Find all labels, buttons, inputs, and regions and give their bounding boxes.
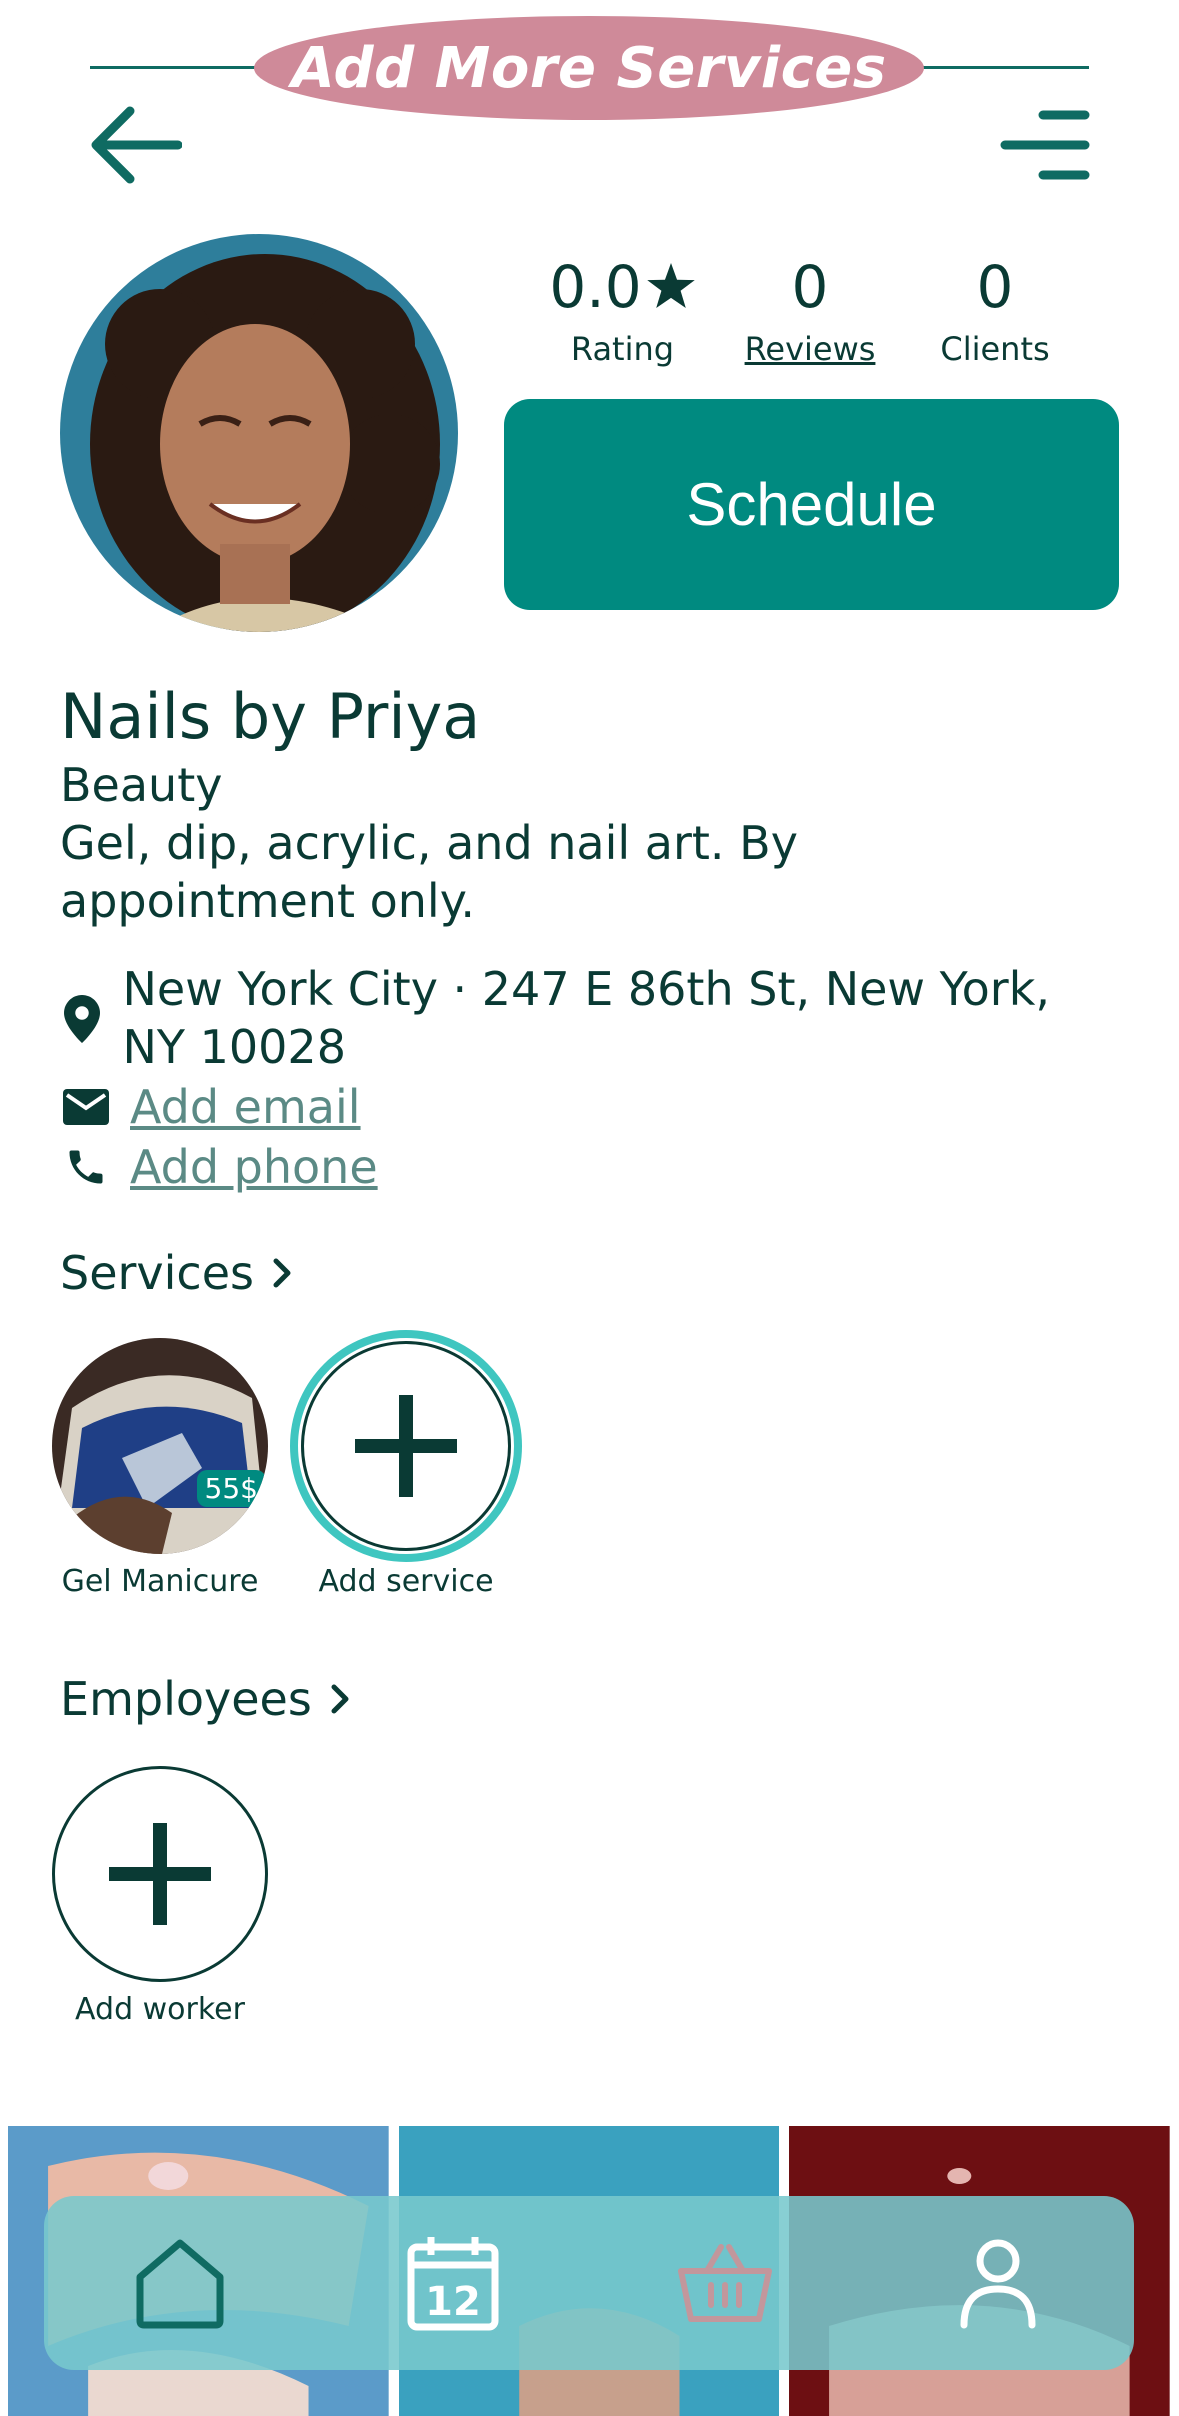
menu-icon xyxy=(1000,110,1090,180)
service-price-badge: 55$ xyxy=(196,1470,266,1507)
schedule-button[interactable]: Schedule xyxy=(504,399,1119,610)
address-text: New York City · 247 E 86th St, New York,… xyxy=(122,962,1050,1074)
plus-icon xyxy=(109,1823,211,1925)
chevron-right-icon xyxy=(273,1258,291,1288)
rating-label: Rating xyxy=(570,330,675,368)
business-name: Nails by Priya xyxy=(60,680,481,753)
service-item-gel-manicure[interactable]: 55$ Gel Manicure xyxy=(52,1338,268,1599)
nav-basket[interactable] xyxy=(655,2213,795,2353)
home-icon xyxy=(136,2239,224,2329)
email-row[interactable]: Add email xyxy=(60,1078,361,1136)
clients-value: 0 xyxy=(976,253,1014,321)
phone-icon xyxy=(60,1138,112,1196)
add-service-button[interactable]: Add service xyxy=(290,1330,522,1599)
service-image: 55$ xyxy=(52,1338,268,1554)
add-phone-link[interactable]: Add phone xyxy=(130,1138,378,1196)
services-title: Services xyxy=(60,1246,254,1300)
plus-icon xyxy=(355,1395,457,1497)
banner-text: Add More Services xyxy=(291,35,887,101)
add-worker-circle xyxy=(52,1766,268,1982)
basket-icon xyxy=(678,2244,773,2322)
business-description: Gel, dip, acrylic, and nail art. By appo… xyxy=(60,816,798,928)
rating-stat: 0.0 Rating xyxy=(535,258,710,368)
profile-avatar xyxy=(60,234,458,632)
add-service-circle xyxy=(290,1330,522,1562)
back-button[interactable] xyxy=(86,100,186,190)
nav-home[interactable] xyxy=(110,2213,250,2353)
add-email-link[interactable]: Add email xyxy=(130,1078,361,1136)
services-header[interactable]: Services xyxy=(60,1246,292,1300)
calendar-date-text: 12 xyxy=(425,2279,481,2325)
add-more-services-banner[interactable]: Add More Services xyxy=(254,16,924,120)
employees-header[interactable]: Employees xyxy=(60,1672,350,1726)
nav-profile[interactable] xyxy=(928,2213,1068,2353)
employees-title: Employees xyxy=(60,1672,312,1726)
service-name: Gel Manicure xyxy=(61,1564,259,1599)
clients-label: Clients xyxy=(940,330,1050,368)
profile-icon xyxy=(960,2239,1036,2329)
clients-stat: 0 Clients xyxy=(920,258,1070,368)
rating-value: 0.0 xyxy=(549,253,642,321)
reviews-stat[interactable]: 0 Reviews xyxy=(730,258,890,368)
location-pin-icon xyxy=(60,990,105,1048)
phone-row[interactable]: Add phone xyxy=(60,1138,378,1196)
bottom-navigation: 12 xyxy=(44,2196,1134,2370)
star-icon xyxy=(646,263,695,309)
menu-button[interactable] xyxy=(995,100,1095,190)
arrow-left-icon xyxy=(91,106,182,184)
address-row: New York City · 247 E 86th St, New York,… xyxy=(60,960,1120,1076)
business-category: Beauty xyxy=(60,758,223,812)
add-worker-label: Add worker xyxy=(75,1992,245,2027)
reviews-link[interactable]: Reviews xyxy=(730,330,890,368)
calendar-icon: 12 xyxy=(407,2237,499,2331)
add-worker-button[interactable]: Add worker xyxy=(52,1766,268,2027)
add-service-label: Add service xyxy=(318,1564,494,1599)
nav-calendar[interactable]: 12 xyxy=(383,2213,523,2353)
reviews-value: 0 xyxy=(791,253,829,321)
mail-icon xyxy=(60,1078,112,1136)
chevron-right-icon xyxy=(331,1684,349,1714)
